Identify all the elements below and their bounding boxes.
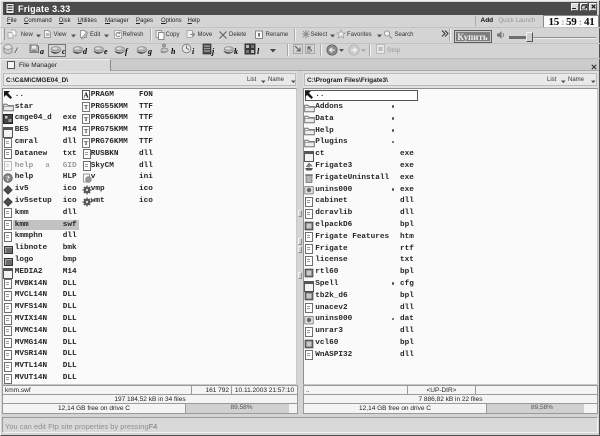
svg-text:T: T — [83, 104, 88, 111]
svg-text:T: T — [83, 140, 88, 147]
svg-text:?: ? — [6, 174, 10, 183]
svg-text:T: T — [83, 116, 88, 123]
svg-text:A: A — [83, 92, 88, 100]
svg-text:T: T — [83, 128, 88, 135]
